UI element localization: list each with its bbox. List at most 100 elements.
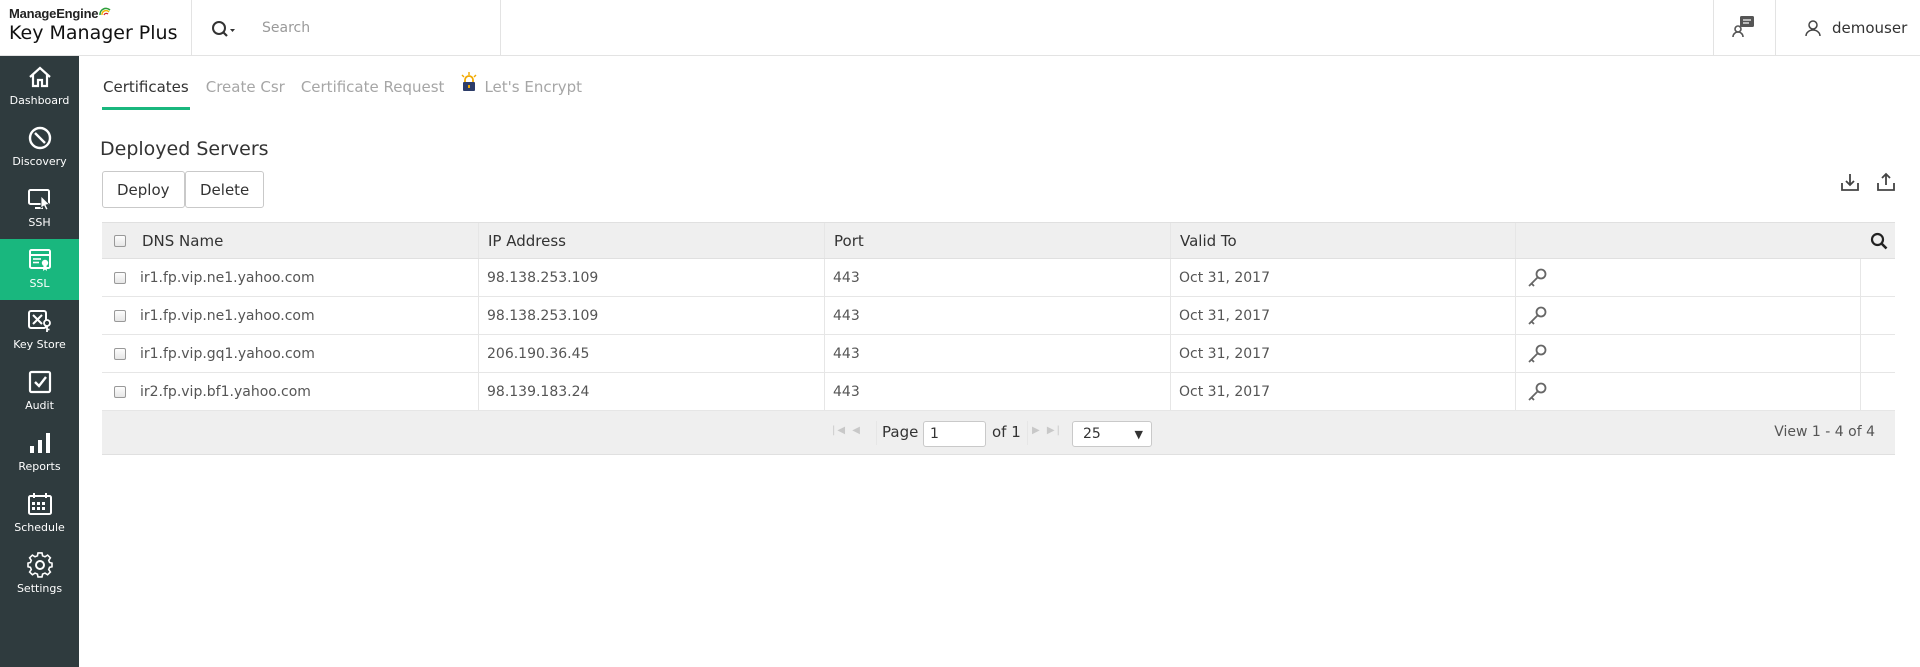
port-cell: 443 — [833, 345, 860, 362]
ssl-certificate-icon — [28, 249, 51, 271]
search-icon — [212, 21, 235, 37]
sidebar-item-label: SSL — [29, 277, 50, 290]
ssh-monitor-icon — [27, 189, 50, 211]
table-row[interactable]: ir1.fp.vip.ne1.yahoo.com 98.138.253.109 … — [102, 259, 1895, 297]
sidebar-item-label: Dashboard — [9, 94, 70, 107]
tab-lets-encrypt[interactable]: Let's Encrypt — [460, 72, 582, 110]
sidebar-item-ssh[interactable]: SSH — [0, 178, 79, 239]
sidebar-item-ssl[interactable]: SSL — [0, 239, 79, 300]
valid-to-cell: Oct 31, 2017 — [1179, 383, 1270, 400]
sidebar-item-reports[interactable]: Reports — [0, 422, 79, 483]
sidebar-item-schedule[interactable]: Schedule — [0, 483, 79, 544]
table-pager: |◀ ◀ Page of 1 ▶ ▶| 25 ▼ View 1 - 4 of 4 — [102, 411, 1895, 455]
sidebar-item-label: Discovery — [12, 155, 67, 168]
column-header-valid-to[interactable]: Valid To — [1180, 223, 1237, 258]
column-divider — [824, 259, 825, 296]
vendor-name: ManageEngine — [9, 6, 191, 21]
sidebar-item-discovery[interactable]: Discovery — [0, 117, 79, 178]
home-icon — [28, 66, 51, 88]
key-action-button[interactable] — [1526, 335, 1548, 372]
column-divider — [1170, 259, 1171, 296]
column-divider — [478, 297, 479, 334]
compass-icon — [28, 126, 51, 150]
column-divider — [478, 259, 479, 296]
tab-certificates[interactable]: Certificates — [102, 78, 190, 110]
first-prev-page-icon[interactable]: |◀ ◀ — [832, 425, 862, 436]
sidebar-item-label: Audit — [25, 399, 54, 412]
column-header-ip-address[interactable]: IP Address — [488, 223, 566, 258]
notification-icon — [1732, 16, 1754, 38]
column-divider — [1860, 335, 1861, 372]
sidebar-item-dashboard[interactable]: Dashboard — [0, 56, 79, 117]
vendor-arc-icon — [99, 7, 111, 16]
dns-name-cell: ir1.fp.vip.ne1.yahoo.com — [140, 269, 315, 286]
page-title: Deployed Servers — [100, 138, 269, 160]
port-cell: 443 — [833, 383, 860, 400]
header-divider — [191, 0, 192, 56]
deploy-button[interactable]: Deploy — [102, 171, 185, 208]
table-row[interactable]: ir1.fp.vip.gq1.yahoo.com 206.190.36.45 4… — [102, 335, 1895, 373]
table-row[interactable]: ir1.fp.vip.ne1.yahoo.com 98.138.253.109 … — [102, 297, 1895, 335]
gear-icon — [26, 552, 53, 578]
column-header-port[interactable]: Port — [834, 223, 864, 258]
audit-check-icon — [28, 370, 51, 394]
search-scope-button[interactable] — [210, 18, 236, 40]
header-divider — [1713, 0, 1714, 56]
header-divider — [1775, 0, 1776, 56]
delete-button[interactable]: Delete — [185, 171, 265, 208]
table-header: DNS Name IP Address Port Valid To — [102, 222, 1895, 259]
table-row[interactable]: ir2.fp.vip.bf1.yahoo.com 98.139.183.24 4… — [102, 373, 1895, 411]
deployed-servers-table: DNS Name IP Address Port Valid To ir1.fp… — [102, 222, 1895, 455]
key-icon — [1528, 268, 1547, 287]
dns-name-cell: ir1.fp.vip.ne1.yahoo.com — [140, 307, 315, 324]
next-last-page-icon[interactable]: ▶ ▶| — [1032, 425, 1062, 436]
sidebar: Dashboard Discovery SSH SSL Key Store Au… — [0, 56, 79, 667]
column-divider — [1170, 297, 1171, 334]
brand-logo[interactable]: ManageEngine Key Manager Plus — [9, 6, 191, 50]
certificate-tabs: Certificates Create Csr Certificate Requ… — [102, 72, 582, 110]
ip-address-cell: 206.190.36.45 — [487, 345, 590, 362]
product-name: Key Manager Plus — [9, 22, 178, 44]
row-checkbox[interactable] — [114, 297, 126, 334]
port-cell: 443 — [833, 269, 860, 286]
bar-chart-icon — [29, 433, 50, 453]
tab-certificate-request[interactable]: Certificate Request — [301, 78, 445, 110]
key-action-button[interactable] — [1526, 259, 1548, 296]
sidebar-item-key-store[interactable]: Key Store — [0, 300, 79, 361]
tab-create-csr[interactable]: Create Csr — [206, 78, 285, 110]
download-icon — [1841, 174, 1859, 191]
sidebar-item-label: Key Store — [13, 338, 66, 351]
ip-address-cell: 98.139.183.24 — [487, 383, 590, 400]
key-action-button[interactable] — [1526, 297, 1548, 334]
column-divider — [1170, 223, 1171, 258]
user-icon — [1805, 20, 1821, 37]
sidebar-item-label: SSH — [28, 216, 51, 229]
column-divider — [1515, 335, 1516, 372]
sidebar-item-audit[interactable]: Audit — [0, 361, 79, 422]
key-store-icon — [27, 310, 51, 332]
row-checkbox[interactable] — [114, 335, 126, 372]
column-divider — [824, 373, 825, 410]
column-divider — [824, 297, 825, 334]
column-divider — [824, 335, 825, 372]
page-size-select[interactable]: 25 ▼ — [1072, 421, 1152, 447]
export-button[interactable] — [1875, 171, 1897, 193]
key-action-button[interactable] — [1526, 373, 1548, 410]
lets-encrypt-lock-icon — [461, 72, 477, 91]
notifications-button[interactable] — [1730, 14, 1758, 40]
user-menu[interactable]: demouser — [1804, 16, 1907, 40]
port-cell: 443 — [833, 307, 860, 324]
import-button[interactable] — [1839, 171, 1861, 193]
table-search-button[interactable] — [1870, 223, 1888, 258]
key-icon — [1528, 306, 1547, 325]
select-all-checkbox[interactable] — [114, 223, 126, 258]
column-divider — [1515, 373, 1516, 410]
column-header-dns-name[interactable]: DNS Name — [142, 223, 223, 258]
sidebar-item-settings[interactable]: Settings — [0, 544, 79, 605]
column-divider — [1515, 259, 1516, 296]
row-checkbox[interactable] — [114, 259, 126, 296]
row-checkbox[interactable] — [114, 373, 126, 410]
page-number-input[interactable] — [923, 421, 986, 447]
dns-name-cell: ir2.fp.vip.bf1.yahoo.com — [140, 383, 311, 400]
search-input[interactable] — [262, 14, 492, 42]
